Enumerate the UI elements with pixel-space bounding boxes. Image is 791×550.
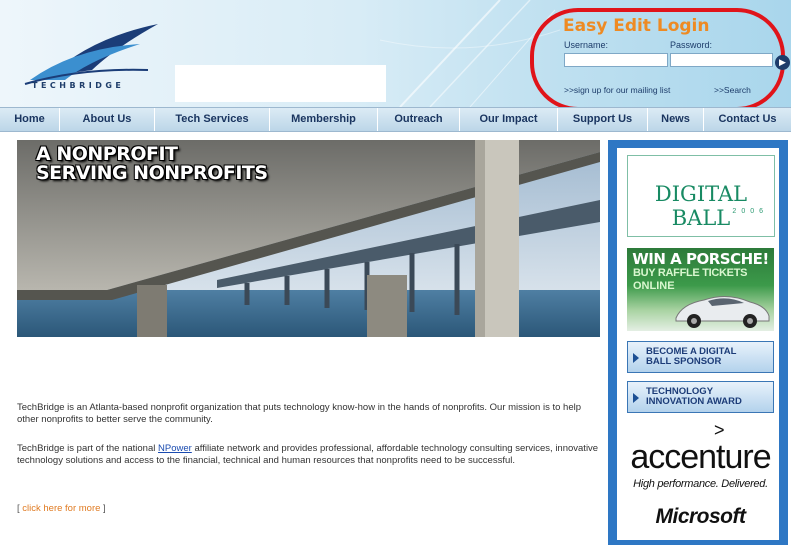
nav-membership[interactable]: Membership — [270, 108, 378, 131]
nav-tech-services[interactable]: Tech Services — [155, 108, 270, 131]
nav-contact-us[interactable]: Contact Us — [704, 108, 791, 131]
username-label: Username: — [564, 40, 609, 50]
digital-ball-year: 2006 — [732, 208, 768, 215]
digital-ball-title: DIGITAL BALL — [654, 182, 748, 230]
become-sponsor-button[interactable]: BECOME A DIGITAL BALL SPONSOR — [627, 341, 774, 373]
password-input[interactable] — [670, 53, 773, 67]
mailing-list-link[interactable]: >>sign up for our mailing list — [564, 85, 670, 95]
read-more: [ click here for more ] — [17, 503, 602, 515]
password-label: Password: — [670, 40, 713, 50]
award-line2: INNOVATION AWARD — [646, 396, 742, 407]
hero-tagline-line1: A NONPROFIT — [36, 143, 178, 165]
nav-support-us[interactable]: Support Us — [558, 108, 648, 131]
logo-wordmark: TECHBRIDGE — [32, 81, 125, 90]
nav-our-impact[interactable]: Our Impact — [460, 108, 558, 131]
header-banner-placeholder — [175, 65, 386, 102]
arrow-right-icon — [633, 353, 639, 363]
sponsor-line2: BALL SPONSOR — [646, 356, 722, 367]
click-here-for-more-link[interactable]: click here for more — [22, 503, 100, 514]
nav-outreach[interactable]: Outreach — [378, 108, 460, 131]
techbridge-logo[interactable] — [20, 18, 170, 88]
login-submit-button[interactable]: ▶ — [775, 55, 790, 70]
microsoft-logo[interactable]: Microsoft — [627, 505, 774, 529]
npower-paragraph: TechBridge is part of the national NPowe… — [17, 443, 602, 467]
digital-ball-banner[interactable]: DIGITAL BALL 2006 — [627, 155, 775, 237]
hero-tagline-line2: SERVING NONPROFITS — [36, 162, 268, 184]
arrow-right-icon: ▶ — [779, 57, 786, 67]
read-more-close: ] — [100, 503, 106, 514]
intro-paragraph: TechBridge is an Atlanta-based nonprofit… — [17, 402, 582, 425]
npower-link[interactable]: NPower — [158, 443, 192, 454]
search-link[interactable]: >>Search — [714, 85, 751, 95]
nav-about-us[interactable]: About Us — [60, 108, 155, 131]
login-title: Easy Edit Login — [563, 16, 710, 36]
porsche-headline: WIN A PORSCHE! — [632, 250, 769, 268]
arrow-right-icon — [633, 393, 639, 403]
nav-home[interactable]: Home — [0, 108, 60, 131]
porsche-online: ONLINE — [633, 280, 675, 292]
accenture-tagline: High performance. Delivered. — [633, 478, 768, 490]
car-image — [675, 296, 770, 328]
npower-text-before: TechBridge is part of the national — [17, 443, 159, 454]
main-nav: Home About Us Tech Services Membership O… — [0, 107, 791, 132]
nav-news[interactable]: News — [648, 108, 704, 131]
porsche-raffle-banner[interactable]: WIN A PORSCHE! BUY RAFFLE TICKETS ONLINE — [627, 248, 774, 331]
username-input[interactable] — [564, 53, 668, 67]
innovation-award-button[interactable]: TECHNOLOGY INNOVATION AWARD — [627, 381, 774, 413]
accenture-logo[interactable]: accenture — [627, 438, 774, 477]
porsche-subline: BUY RAFFLE TICKETS — [633, 267, 748, 279]
